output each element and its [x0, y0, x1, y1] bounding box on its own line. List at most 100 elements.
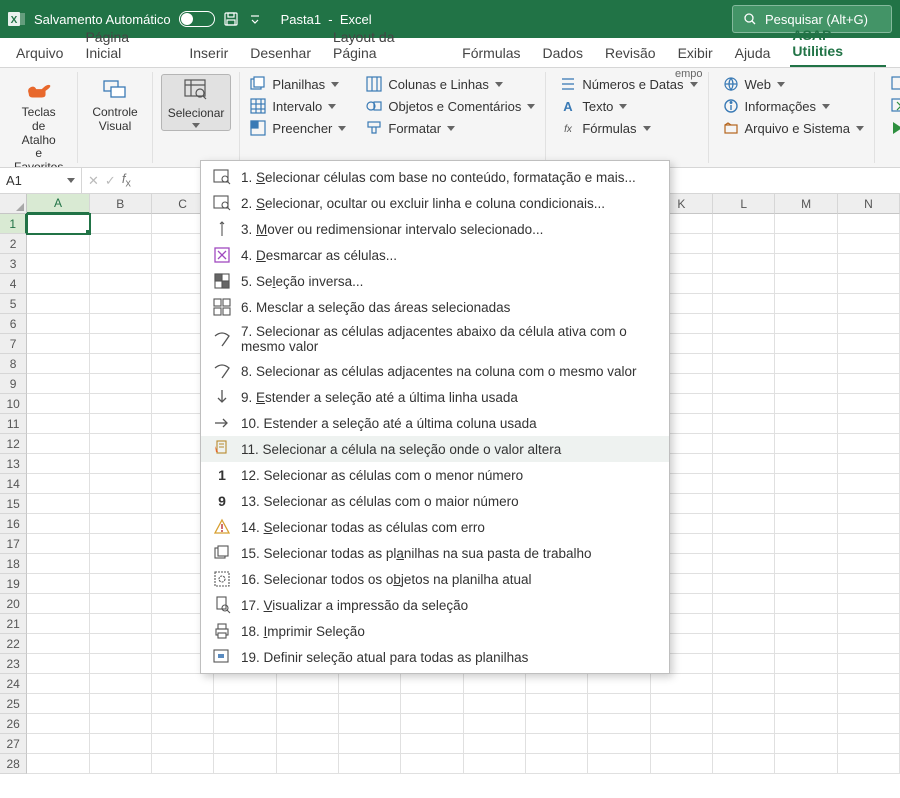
dropdown-item[interactable]: 8. Selecionar as células adjacentes na c…	[201, 358, 669, 384]
tab-inserir[interactable]: Inserir	[187, 41, 230, 67]
column-header[interactable]: A	[27, 194, 89, 214]
cell[interactable]	[838, 594, 900, 614]
column-header[interactable]: M	[775, 194, 837, 214]
cell[interactable]	[90, 574, 152, 594]
cell[interactable]	[775, 334, 837, 354]
accept-formula-icon[interactable]: ✓	[105, 173, 116, 189]
cell[interactable]	[90, 674, 152, 694]
cell[interactable]	[401, 734, 463, 754]
cell[interactable]	[152, 694, 214, 714]
dropdown-item[interactable]: 18. Imprimir Seleção	[201, 618, 669, 644]
cell[interactable]	[713, 494, 775, 514]
tab-arquivo[interactable]: Arquivo	[14, 41, 65, 67]
cell[interactable]	[775, 494, 837, 514]
autosave-toggle[interactable]	[179, 11, 215, 27]
cell[interactable]	[90, 454, 152, 474]
cell[interactable]	[152, 734, 214, 754]
cell[interactable]	[775, 654, 837, 674]
row-header[interactable]: 3	[0, 254, 27, 274]
cell[interactable]	[838, 514, 900, 534]
row-header[interactable]: 9	[0, 374, 27, 394]
row-header[interactable]: 1	[0, 214, 27, 234]
cell[interactable]	[90, 554, 152, 574]
tab-layout-da-pagina[interactable]: Layout da Página	[331, 25, 442, 67]
cell[interactable]	[838, 494, 900, 514]
cell[interactable]	[838, 694, 900, 714]
cell[interactable]	[90, 274, 152, 294]
cell[interactable]	[713, 754, 775, 774]
row-header[interactable]: 4	[0, 274, 27, 294]
cell[interactable]	[713, 614, 775, 634]
cell[interactable]	[775, 374, 837, 394]
row-header[interactable]: 14	[0, 474, 27, 494]
cell[interactable]	[27, 734, 89, 754]
cell[interactable]	[90, 414, 152, 434]
cell[interactable]	[27, 674, 89, 694]
cell[interactable]	[277, 754, 339, 774]
cell[interactable]	[713, 434, 775, 454]
cell[interactable]	[838, 734, 900, 754]
cell[interactable]	[775, 694, 837, 714]
tab-formulas[interactable]: Fórmulas	[460, 41, 522, 67]
row-header[interactable]: 12	[0, 434, 27, 454]
row-header[interactable]: 18	[0, 554, 27, 574]
cell[interactable]	[775, 294, 837, 314]
cell[interactable]	[214, 754, 276, 774]
cell[interactable]	[838, 534, 900, 554]
cell[interactable]	[526, 674, 588, 694]
cell[interactable]	[401, 714, 463, 734]
cell[interactable]	[838, 714, 900, 734]
colunas-linhas-button[interactable]: Colunas e Linhas	[362, 74, 539, 94]
cell[interactable]	[214, 734, 276, 754]
cell[interactable]	[90, 374, 152, 394]
selecionar-button[interactable]: Selecionar	[161, 74, 232, 131]
cell[interactable]	[651, 694, 713, 714]
dropdown-item[interactable]: 17. Visualizar a impressão da seleção	[201, 592, 669, 618]
cell[interactable]	[90, 334, 152, 354]
cell[interactable]	[90, 254, 152, 274]
cell[interactable]	[713, 394, 775, 414]
cell[interactable]	[27, 314, 89, 334]
dropdown-item[interactable]: 913. Selecionar as células com o maior n…	[201, 488, 669, 514]
name-box[interactable]: A1	[0, 168, 82, 193]
cell[interactable]	[464, 734, 526, 754]
row-header[interactable]: 22	[0, 634, 27, 654]
cell[interactable]	[775, 214, 837, 234]
cell[interactable]	[27, 694, 89, 714]
cell[interactable]	[27, 274, 89, 294]
cell[interactable]	[27, 614, 89, 634]
cell[interactable]	[152, 714, 214, 734]
cell[interactable]	[152, 674, 214, 694]
cell[interactable]	[339, 714, 401, 734]
cell[interactable]	[90, 314, 152, 334]
dropdown-item[interactable]: 1. Selecionar células com base no conteú…	[201, 164, 669, 190]
cell[interactable]	[713, 294, 775, 314]
cell[interactable]	[27, 714, 89, 734]
cell[interactable]	[775, 574, 837, 594]
cell[interactable]	[838, 294, 900, 314]
cell[interactable]	[775, 354, 837, 374]
cell[interactable]	[838, 314, 900, 334]
cell[interactable]	[90, 714, 152, 734]
dropdown-item[interactable]: 5. Seleção inversa...	[201, 268, 669, 294]
cell[interactable]	[775, 714, 837, 734]
cell[interactable]	[588, 694, 650, 714]
export-button[interactable]: Exp	[885, 96, 900, 116]
cell[interactable]	[838, 454, 900, 474]
cell[interactable]	[775, 474, 837, 494]
cell[interactable]	[90, 534, 152, 554]
cell[interactable]	[27, 334, 89, 354]
row-header[interactable]: 11	[0, 414, 27, 434]
cell[interactable]	[90, 354, 152, 374]
iniciar-button[interactable]: Inic	[885, 118, 900, 138]
cell[interactable]	[838, 254, 900, 274]
cell[interactable]	[775, 614, 837, 634]
cell[interactable]	[838, 434, 900, 454]
cell[interactable]	[838, 394, 900, 414]
cell[interactable]	[838, 414, 900, 434]
cell[interactable]	[775, 634, 837, 654]
cell[interactable]	[713, 734, 775, 754]
cell[interactable]	[90, 634, 152, 654]
cell[interactable]	[27, 754, 89, 774]
row-header[interactable]: 17	[0, 534, 27, 554]
